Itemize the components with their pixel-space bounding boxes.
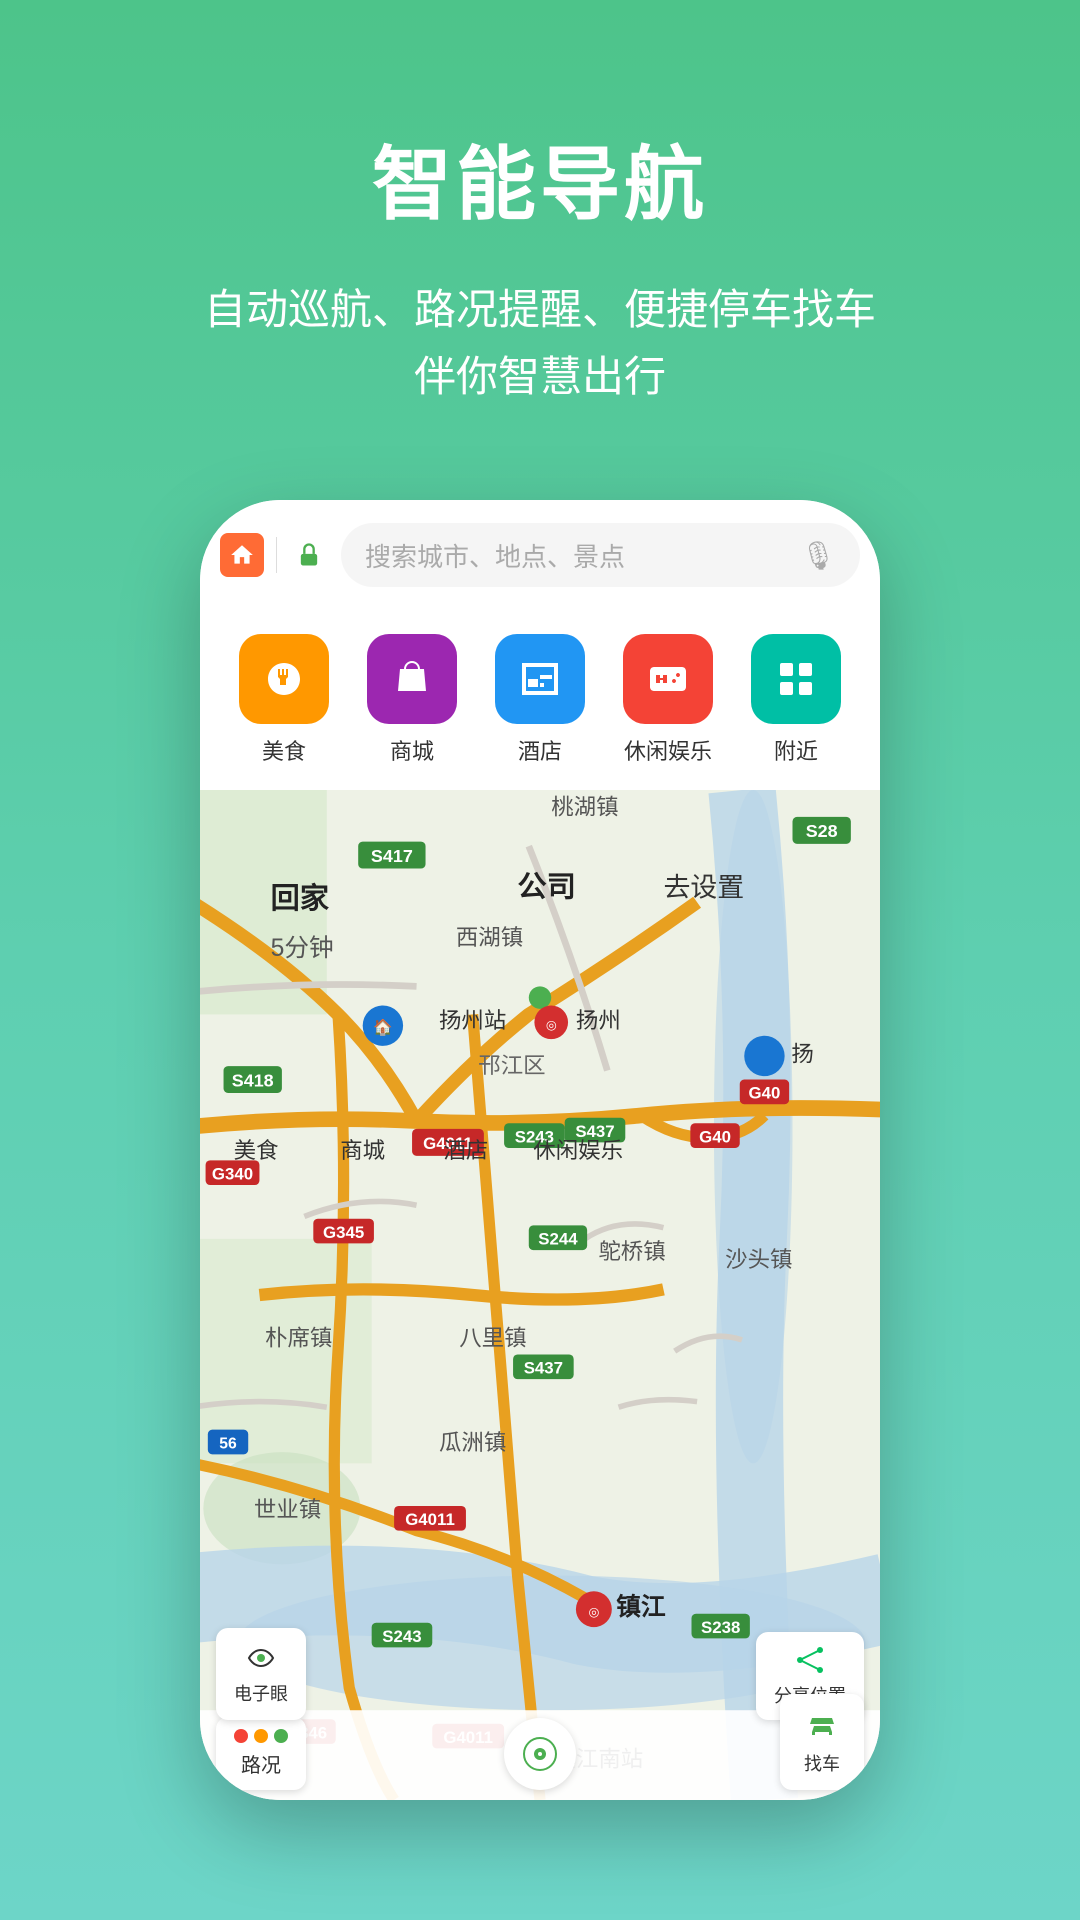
lock-icon[interactable] [289, 535, 329, 575]
svg-text:美食: 美食 [234, 1138, 279, 1163]
svg-text:G340: G340 [212, 1165, 253, 1184]
quick-icon-hotel[interactable]: 酒店 [495, 634, 585, 766]
svg-text:八里镇: 八里镇 [459, 1326, 526, 1351]
header-section: 智能导航 自动巡航、路况提醒、便捷停车找车 伴你智慧出行 [0, 0, 1080, 470]
svg-text:世业镇: 世业镇 [254, 1498, 321, 1523]
quick-icon-shop[interactable]: 商城 [367, 634, 457, 766]
electronic-eye-label: 电子眼 [234, 1680, 288, 1706]
svg-text:🏠: 🏠 [373, 1019, 393, 1037]
leisure-icon [623, 634, 713, 724]
hotel-label: 酒店 [518, 734, 562, 766]
svg-text:G4011: G4011 [405, 1510, 455, 1529]
svg-text:回家: 回家 [271, 881, 330, 915]
svg-text:S28: S28 [806, 822, 838, 842]
quick-icon-leisure[interactable]: 休闲娱乐 [623, 634, 713, 766]
shop-icon [367, 634, 457, 724]
map-area[interactable]: S417 S28 S418 G4011 S243 [200, 790, 880, 1800]
svg-text:酒店: 酒店 [443, 1138, 488, 1163]
quick-icon-food[interactable]: 美食 [239, 634, 329, 766]
find-car-button[interactable]: 找车 [780, 1694, 864, 1790]
nearby-icon [751, 634, 841, 724]
svg-text:扬: 扬 [791, 1042, 813, 1067]
phone-mockup: 搜索城市、地点、景点 🎙 美食 [200, 500, 880, 1800]
svg-text:5分钟: 5分钟 [271, 934, 334, 962]
phone-screen: 搜索城市、地点、景点 🎙 美食 [200, 500, 880, 1800]
svg-text:去设置: 去设置 [663, 873, 744, 903]
page-title: 智能导航 [0, 120, 1080, 236]
svg-text:G40: G40 [749, 1084, 781, 1103]
svg-text:G345: G345 [323, 1223, 364, 1242]
electronic-eye-button[interactable]: 电子眼 [216, 1628, 306, 1720]
svg-text:公司: 公司 [518, 872, 576, 904]
svg-text:西湖镇: 西湖镇 [456, 925, 523, 950]
subtitle: 自动巡航、路况提醒、便捷停车找车 伴你智慧出行 [0, 276, 1080, 410]
svg-text:镇江: 镇江 [616, 1593, 666, 1621]
svg-text:G40: G40 [699, 1128, 731, 1147]
mic-icon[interactable]: 🎙 [800, 539, 836, 572]
traffic-label: 路况 [241, 1749, 281, 1778]
quick-icon-nearby[interactable]: 附近 [751, 634, 841, 766]
food-icon [239, 634, 329, 724]
subtitle-line1: 自动巡航、路况提醒、便捷停车找车 [204, 286, 876, 333]
traffic-button[interactable]: 路况 [216, 1717, 306, 1790]
find-car-label: 找车 [804, 1750, 840, 1776]
svg-text:S417: S417 [371, 846, 413, 866]
quick-icons-area: 美食 商城 酒店 [200, 610, 880, 790]
svg-text:S418: S418 [232, 1071, 274, 1091]
search-placeholder: 搜索城市、地点、景点 [365, 537, 625, 574]
search-input[interactable]: 搜索城市、地点、景点 🎙 [341, 523, 860, 587]
svg-text:S243: S243 [382, 1627, 421, 1646]
location-button[interactable] [504, 1718, 576, 1790]
svg-text:◎: ◎ [546, 1018, 557, 1032]
nearby-label: 附近 [774, 734, 818, 766]
subtitle-line2: 伴你智慧出行 [414, 353, 666, 400]
svg-text:桃湖镇: 桃湖镇 [551, 795, 618, 820]
shop-label: 商城 [390, 734, 434, 766]
svg-text:◎: ◎ [588, 1605, 599, 1619]
leisure-label: 休闲娱乐 [624, 734, 712, 766]
svg-text:S244: S244 [538, 1230, 578, 1249]
svg-text:瓜洲镇: 瓜洲镇 [439, 1430, 506, 1455]
search-bar-area: 搜索城市、地点、景点 🎙 [200, 500, 880, 610]
svg-text:鸵桥镇: 鸵桥镇 [598, 1239, 665, 1264]
home-nav-icon[interactable] [220, 533, 264, 577]
svg-text:朴席镇: 朴席镇 [265, 1326, 332, 1351]
svg-text:S238: S238 [701, 1618, 740, 1637]
svg-text:商城: 商城 [340, 1138, 385, 1163]
svg-text:S437: S437 [524, 1359, 563, 1378]
food-label: 美食 [262, 734, 306, 766]
svg-text:56: 56 [219, 1436, 237, 1453]
phone-frame: 搜索城市、地点、景点 🎙 美食 [200, 500, 880, 1800]
svg-text:扬州站: 扬州站 [439, 1008, 506, 1033]
svg-text:邗江区: 邗江区 [478, 1053, 545, 1078]
divider [276, 537, 277, 573]
svg-text:沙头镇: 沙头镇 [725, 1247, 792, 1272]
svg-text:休闲娱乐: 休闲娱乐 [533, 1138, 623, 1163]
svg-text:扬州: 扬州 [576, 1008, 621, 1033]
hotel-icon [495, 634, 585, 724]
